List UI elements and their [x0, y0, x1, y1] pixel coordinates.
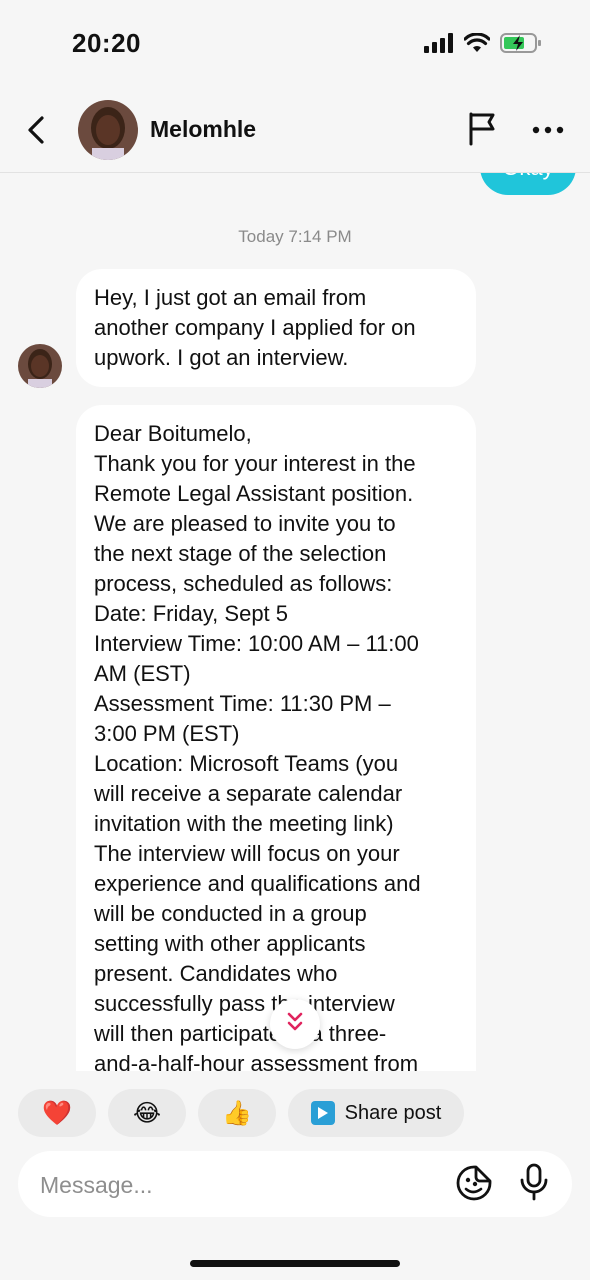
chevron-left-icon: [26, 115, 46, 150]
message-line: Interview Time: 10:00 AM – 11:00: [94, 631, 419, 656]
message-line: AM (EST): [94, 661, 191, 686]
contact-avatar[interactable]: [78, 100, 138, 160]
heart-reaction-button[interactable]: ❤️: [18, 1089, 96, 1137]
message-line: Remote Legal Assistant position.: [94, 481, 414, 506]
message-line: upwork. I got an interview.: [94, 345, 349, 370]
flag-icon: [466, 110, 498, 151]
thumbs-up-reaction-button[interactable]: 👍: [198, 1089, 276, 1137]
status-time: 20:20: [72, 28, 141, 58]
message-line: setting with other applicants: [94, 931, 366, 956]
message-line: Hey, I just got an email from: [94, 285, 367, 310]
message-line: Dear Boitumelo,: [94, 421, 252, 446]
message-line: another company I applied for on: [94, 315, 416, 340]
more-horizontal-icon: [532, 121, 564, 139]
message-line: Assessment Time: 11:30 PM –: [94, 691, 391, 716]
sender-avatar[interactable]: [18, 344, 62, 388]
signal-icon: [424, 33, 454, 58]
message-line: Thank you for your interest in the: [94, 451, 416, 476]
report-button[interactable]: [462, 110, 502, 150]
message-line: the next stage of the selection: [94, 541, 387, 566]
battery-icon: [500, 32, 542, 59]
message-line: present. Candidates who: [94, 961, 338, 986]
received-message-bubble[interactable]: Hey, I just got an email from another co…: [76, 269, 476, 387]
message-line: process, scheduled as follows:: [94, 571, 393, 596]
message-line: and-a-half-hour assessment from: [94, 1051, 419, 1071]
conversation-header: Melomhle: [0, 90, 590, 173]
voice-message-button[interactable]: [514, 1163, 554, 1205]
status-bar: 20:20: [0, 0, 590, 90]
wifi-icon: [463, 32, 491, 58]
message-line: Date: Friday, Sept 5: [94, 601, 289, 626]
message-list[interactable]: Okay Today 7:14 PM Hey, I just got an em…: [0, 173, 590, 1071]
message-line: We are pleased to invite you to: [94, 511, 396, 536]
message-line: 3:00 PM (EST): [94, 721, 240, 746]
sticker-button[interactable]: [454, 1165, 494, 1205]
message-line: will be conducted in a group: [94, 901, 367, 926]
message-line: experience and qualifications and: [94, 871, 421, 896]
contact-name[interactable]: Melomhle: [150, 116, 256, 143]
received-message-bubble[interactable]: Dear Boitumelo, Thank you for your inter…: [76, 405, 476, 1071]
double-chevron-down-icon: [285, 1011, 305, 1038]
message-timestamp: Today 7:14 PM: [238, 227, 352, 246]
sticker-icon: [455, 1164, 493, 1207]
message-composer: [18, 1151, 572, 1217]
play-icon: [310, 1101, 335, 1125]
laugh-reaction-button[interactable]: 😂: [108, 1089, 186, 1137]
message-line: invitation with the meeting link): [94, 811, 394, 836]
share-post-label: Share post: [344, 1101, 442, 1124]
quick-reactions: ❤️ 😂 👍 Share post: [18, 1089, 464, 1137]
message-line: The interview will focus on your: [94, 841, 400, 866]
home-indicator: [190, 1260, 400, 1267]
message-line: Location: Microsoft Teams (you: [94, 751, 399, 776]
status-icons: [424, 32, 542, 59]
message-input[interactable]: [38, 1163, 422, 1207]
heart-icon: ❤️: [42, 1099, 72, 1127]
message-line: will receive a separate calendar: [94, 781, 403, 806]
microphone-icon: [519, 1163, 549, 1206]
laughing-face-icon: 😂: [132, 1099, 162, 1127]
share-post-button[interactable]: Share post: [288, 1089, 464, 1137]
thumbs-up-icon: 👍: [222, 1099, 252, 1127]
sent-message-bubble[interactable]: Okay: [480, 173, 576, 195]
back-button[interactable]: [18, 112, 54, 152]
scroll-to-bottom-button[interactable]: [270, 999, 320, 1049]
more-options-button[interactable]: [528, 112, 568, 148]
